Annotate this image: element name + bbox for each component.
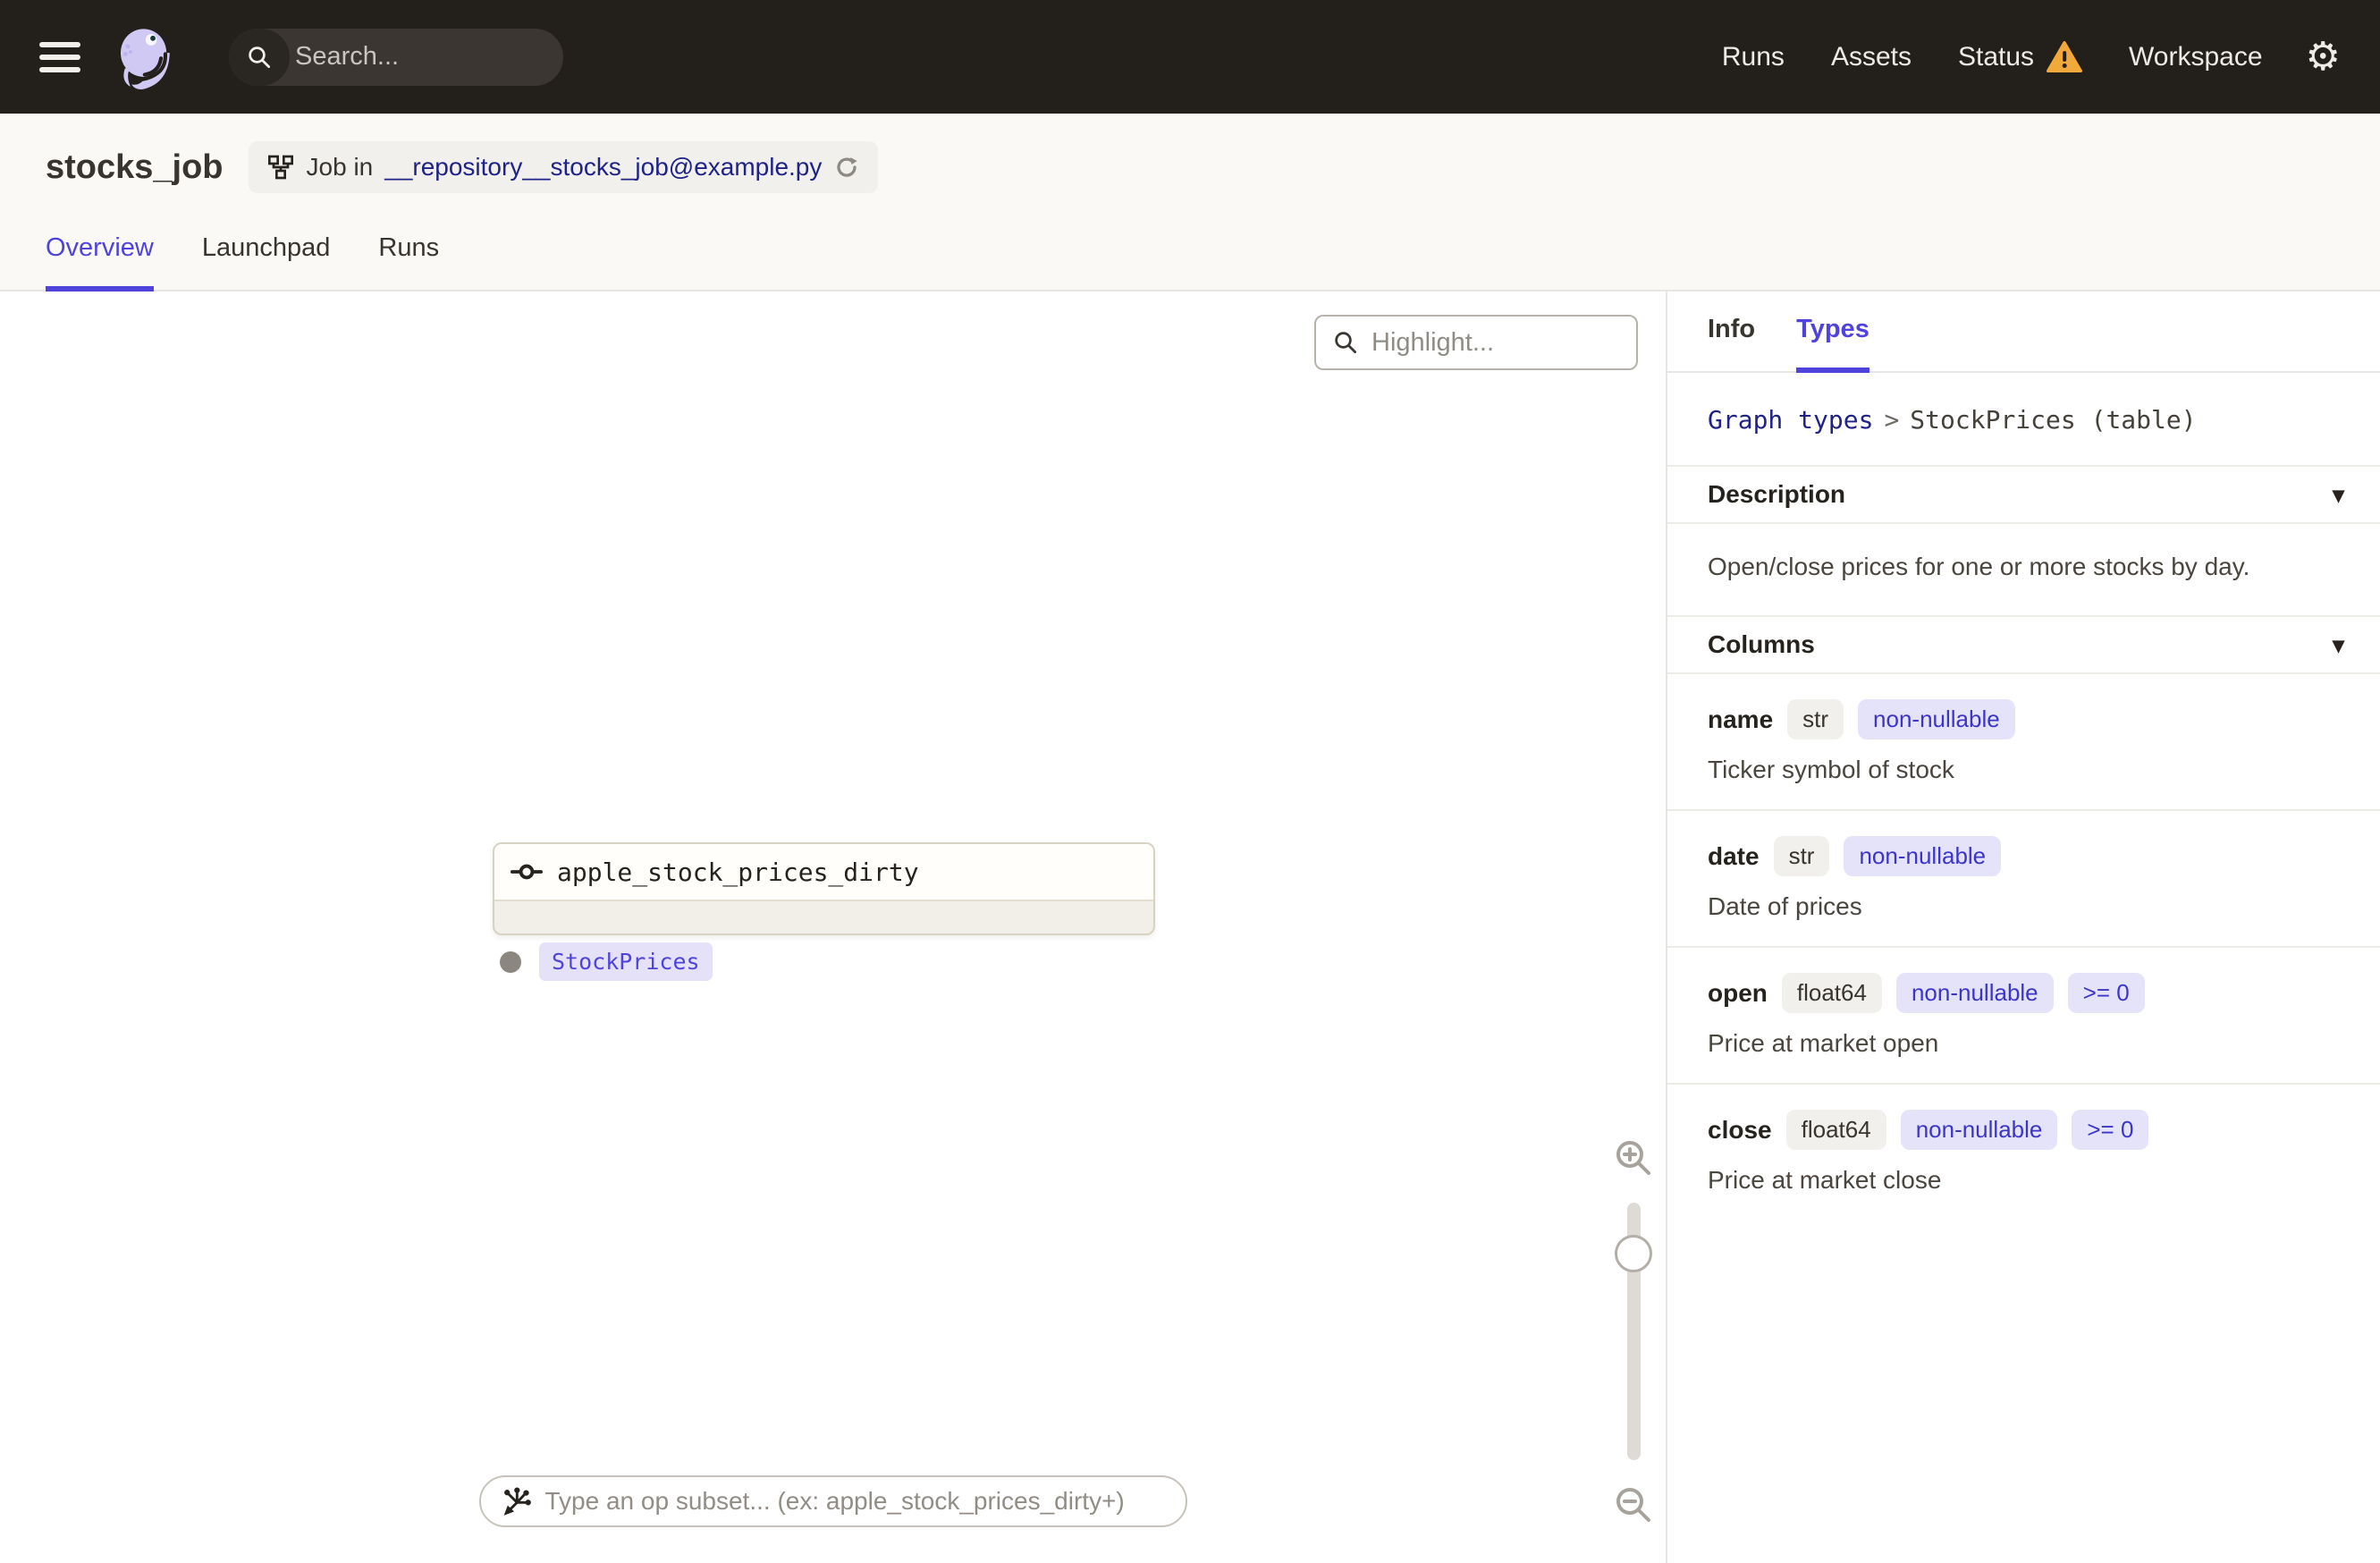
top-nav-links: Runs Assets Status Workspace: [1722, 40, 2263, 73]
type-badge: str: [1787, 699, 1844, 739]
column-row: date str non-nullable Date of prices: [1667, 811, 2380, 948]
menu-icon[interactable]: [39, 41, 80, 72]
column-row: open float64 non-nullable >= 0 Price at …: [1667, 948, 2380, 1085]
zoom-slider-track[interactable]: [1615, 1203, 1652, 1460]
repository-link[interactable]: __repository__stocks_job@example.py: [384, 153, 822, 182]
zoom-controls: [1610, 1136, 1657, 1526]
column-name: date: [1708, 841, 1760, 870]
job-tabs: Overview Launchpad Runs: [0, 233, 2380, 291]
nav-workspace[interactable]: Workspace: [2129, 42, 2263, 72]
output-type-tag[interactable]: StockPrices: [539, 942, 713, 981]
highlight-input[interactable]: [1370, 326, 1620, 359]
column-row: close float64 non-nullable >= 0 Price at…: [1667, 1085, 2380, 1220]
column-name: open: [1708, 978, 1768, 1007]
reload-icon[interactable]: [833, 154, 860, 181]
details-sidebar: Info Types Graph types > StockPrices (tabl…: [1667, 291, 2380, 1563]
nav-assets[interactable]: Assets: [1831, 42, 1912, 72]
output-handle-dot: [500, 950, 521, 973]
workspace-tree-icon: [267, 155, 293, 180]
column-description: Date of prices: [1708, 892, 1862, 920]
op-subset-filter: [478, 1475, 1187, 1527]
column-name: close: [1708, 1115, 1772, 1144]
global-search[interactable]: /: [229, 28, 563, 86]
constraint-badge: non-nullable: [1858, 699, 2015, 739]
nav-runs[interactable]: Runs: [1722, 42, 1785, 72]
columns-title: Columns: [1708, 630, 1815, 658]
zoom-in-icon[interactable]: [1612, 1136, 1655, 1179]
sidebar-tabs: Info Types: [1667, 291, 2380, 373]
type-badge: float64: [1785, 1110, 1886, 1150]
type-badge: float64: [1781, 973, 1882, 1013]
graph-types-link[interactable]: Graph types: [1708, 405, 1873, 435]
op-icon: [511, 864, 543, 880]
op-output: StockPrices: [500, 942, 713, 981]
description-text: Open/close prices for one or more stocks…: [1708, 553, 2250, 580]
tab-runs[interactable]: Runs: [378, 233, 439, 291]
tab-types[interactable]: Types: [1796, 315, 1869, 373]
op-selector-icon: [503, 1487, 531, 1516]
zoom-out-icon[interactable]: [1612, 1483, 1655, 1526]
type-breadcrumb: Graph types > StockPrices (table): [1667, 373, 2380, 465]
chevron-down-icon[interactable]: ▾: [2333, 631, 2344, 659]
constraint-badge: >= 0: [2072, 1110, 2149, 1150]
description-section-header[interactable]: Description ▾: [1667, 465, 2380, 524]
op-node[interactable]: apple_stock_prices_dirty: [493, 842, 1155, 935]
column-description: Price at market close: [1708, 1166, 1942, 1194]
constraint-badge: non-nullable: [1895, 973, 2054, 1013]
job-badge-prefix: Job in: [306, 153, 374, 181]
constraint-badge: non-nullable: [1844, 836, 2002, 876]
search-icon: [229, 28, 290, 86]
app-window: / Runs Assets Status Workspace ⚙ stocks_…: [0, 0, 2380, 1563]
column-name: name: [1708, 705, 1774, 733]
constraint-badge: >= 0: [2067, 973, 2145, 1013]
tab-overview[interactable]: Overview: [46, 233, 154, 291]
column-row: name str non-nullable Ticker symbol of s…: [1667, 674, 2380, 811]
op-node-body: [494, 901, 1153, 934]
page-header: stocks_job Job in __repository__stocks_j…: [0, 114, 2380, 291]
op-subset-input[interactable]: [543, 1486, 1166, 1517]
dagster-logo-icon[interactable]: [111, 22, 181, 92]
type-badge: str: [1773, 836, 1830, 876]
op-node-label: apple_stock_prices_dirty: [557, 857, 919, 887]
job-origin-badge: Job in __repository__stocks_job@example.…: [248, 141, 879, 193]
graph-canvas[interactable]: apple_stock_prices_dirty StockPrices: [0, 291, 1667, 1563]
breadcrumb-separator: >: [1884, 405, 1900, 435]
columns-section-header[interactable]: Columns ▾: [1667, 615, 2380, 674]
column-description: Ticker symbol of stock: [1708, 756, 1954, 783]
highlight-search: [1314, 315, 1638, 370]
column-description: Price at market open: [1708, 1029, 1939, 1057]
description-title: Description: [1708, 480, 1846, 508]
constraint-badge: non-nullable: [1900, 1110, 2058, 1150]
top-nav-bar: / Runs Assets Status Workspace ⚙: [0, 0, 2380, 114]
breadcrumb-current: StockPrices (table): [1910, 405, 2197, 435]
gear-icon[interactable]: ⚙: [2306, 37, 2341, 77]
warning-icon: [2047, 41, 2083, 73]
search-input[interactable]: [290, 42, 563, 72]
nav-status[interactable]: Status: [1958, 40, 2083, 73]
tab-info[interactable]: Info: [1708, 315, 1755, 373]
zoom-slider-knob[interactable]: [1615, 1235, 1652, 1272]
chevron-down-icon[interactable]: ▾: [2333, 481, 2344, 509]
tab-launchpad[interactable]: Launchpad: [202, 233, 331, 291]
search-icon: [1335, 332, 1356, 353]
page-title: stocks_job: [46, 148, 224, 186]
